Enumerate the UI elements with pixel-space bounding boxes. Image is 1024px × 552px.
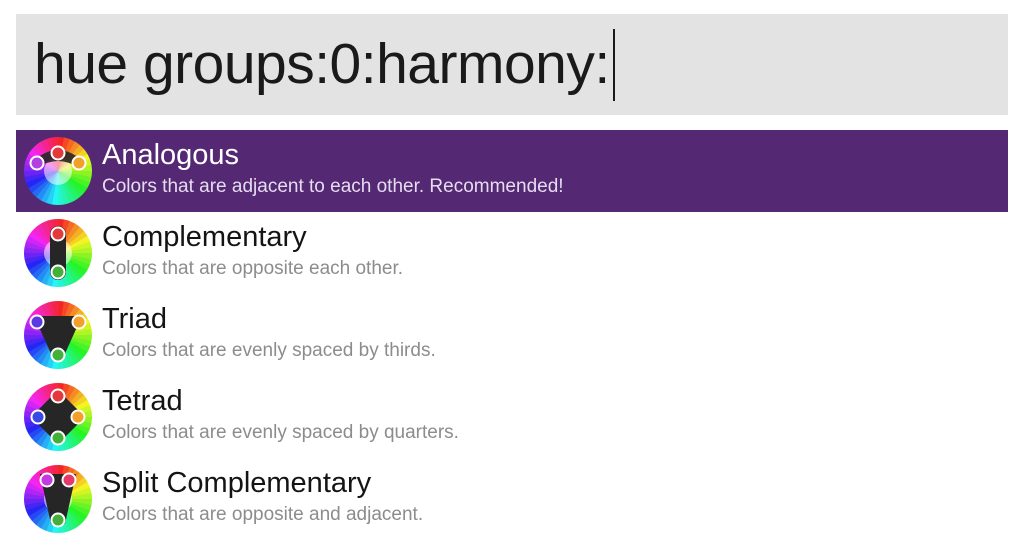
result-item-tetrad[interactable]: Tetrad Colors that are evenly spaced by … bbox=[16, 376, 1008, 458]
search-query-text[interactable]: hue groups:0:harmony: bbox=[34, 36, 610, 93]
split-complementary-harmony-icon bbox=[23, 464, 93, 534]
result-text: Analogous Colors that are adjacent to ea… bbox=[102, 138, 998, 200]
result-subtitle: Colors that are evenly spaced by thirds. bbox=[102, 340, 436, 361]
complementary-harmony-icon bbox=[23, 218, 93, 288]
result-title: Tetrad bbox=[102, 385, 183, 417]
tetrad-harmony-icon bbox=[23, 382, 93, 452]
analogous-harmony-icon bbox=[23, 136, 93, 206]
result-title: Triad bbox=[102, 303, 167, 335]
result-subtitle: Colors that are adjacent to each other. … bbox=[102, 176, 564, 197]
result-title: Analogous bbox=[102, 139, 240, 171]
text-caret bbox=[612, 28, 615, 101]
result-subtitle: Colors that are opposite and adjacent. bbox=[102, 504, 424, 525]
result-text: Complementary Colors that are opposite e… bbox=[102, 220, 998, 282]
triad-harmony-icon bbox=[23, 300, 93, 370]
launcher-window: hue groups:0:harmony: Analogous Colors t… bbox=[0, 0, 1024, 552]
result-subtitle: Colors that are opposite each other. bbox=[102, 258, 404, 279]
result-subtitle: Colors that are evenly spaced by quarter… bbox=[102, 422, 459, 443]
result-text: Split Complementary Colors that are oppo… bbox=[102, 466, 998, 528]
search-input[interactable]: hue groups:0:harmony: bbox=[16, 14, 1008, 115]
result-title: Split Complementary bbox=[102, 467, 372, 499]
result-text: Triad Colors that are evenly spaced by t… bbox=[102, 302, 998, 364]
result-title: Complementary bbox=[102, 221, 307, 253]
results-list: Analogous Colors that are adjacent to ea… bbox=[16, 130, 1008, 540]
result-item-triad[interactable]: Triad Colors that are evenly spaced by t… bbox=[16, 294, 1008, 376]
result-text: Tetrad Colors that are evenly spaced by … bbox=[102, 384, 998, 446]
result-item-split-complementary[interactable]: Split Complementary Colors that are oppo… bbox=[16, 458, 1008, 540]
result-item-complementary[interactable]: Complementary Colors that are opposite e… bbox=[16, 212, 1008, 294]
result-item-analogous[interactable]: Analogous Colors that are adjacent to ea… bbox=[16, 130, 1008, 212]
